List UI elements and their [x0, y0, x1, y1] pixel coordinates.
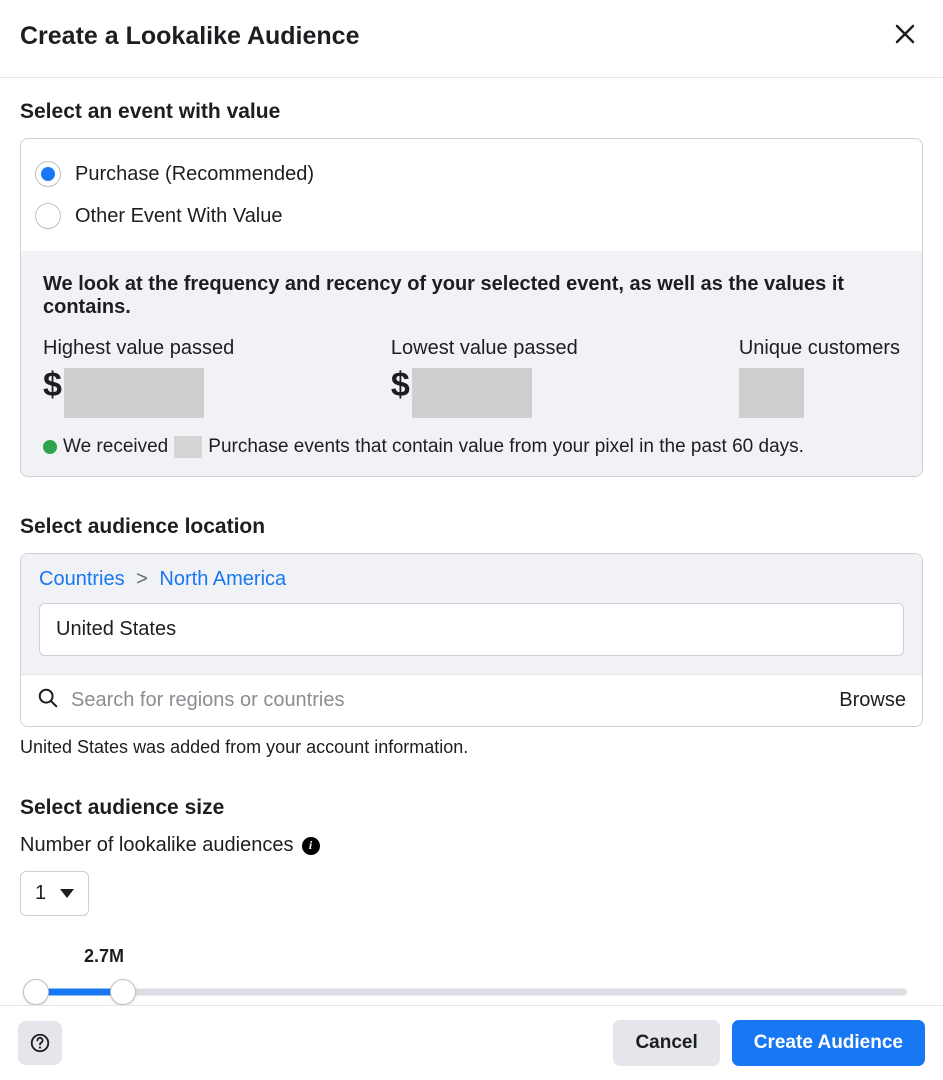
breadcrumb-countries-link[interactable]: Countries [39, 568, 125, 590]
event-option-purchase[interactable]: Purchase (Recommended) [35, 153, 908, 195]
currency-symbol: $ [391, 368, 410, 402]
slider-track[interactable] [36, 979, 907, 1005]
dialog-body: Select an event with value Purchase (Rec… [0, 78, 943, 1005]
browse-link[interactable]: Browse [839, 689, 906, 712]
status-dot-icon [43, 440, 57, 454]
event-radio-group: Purchase (Recommended) Other Event With … [21, 139, 922, 251]
breadcrumb-separator: > [136, 568, 148, 590]
stat-label: Unique customers [739, 337, 900, 360]
location-helper-text: United States was added from your accoun… [20, 737, 923, 758]
event-section-title: Select an event with value [20, 100, 923, 124]
event-line-suffix: Purchase events that contain value from … [208, 436, 804, 458]
size-sub-label: Number of lookalike audiences [20, 834, 294, 857]
audience-count-value: 1 [35, 882, 46, 905]
close-icon [893, 22, 917, 46]
location-search-row: Browse [21, 674, 922, 726]
event-info-panel: We look at the frequency and recency of … [21, 251, 922, 476]
close-button[interactable] [889, 18, 921, 55]
stat-highest: Highest value passed $ [43, 337, 381, 418]
size-slider: 2.7M 0% 1% 2% 3% 4% 5% 6% 7% 8% 9% 10% [20, 946, 923, 1005]
stat-lowest: Lowest value passed $ [391, 337, 729, 418]
event-stats-row: Highest value passed $ Lowest value pass… [43, 337, 900, 418]
radio-label: Purchase (Recommended) [75, 163, 314, 186]
search-icon [37, 687, 59, 714]
radio-icon [35, 203, 61, 229]
stat-label: Highest value passed [43, 337, 381, 360]
dialog-footer: Cancel Create Audience [0, 1005, 943, 1080]
redacted-count [174, 436, 202, 458]
slider-value-badge: 2.7M [84, 946, 919, 967]
event-info-lead: We look at the frequency and recency of … [43, 273, 900, 319]
info-icon[interactable]: i [302, 837, 320, 855]
create-audience-button[interactable]: Create Audience [732, 1020, 925, 1066]
help-button[interactable] [18, 1021, 62, 1065]
breadcrumb-region-link[interactable]: North America [159, 568, 286, 590]
size-section-title: Select audience size [20, 796, 923, 820]
event-summary-line: We received Purchase events that contain… [43, 436, 900, 458]
event-option-other[interactable]: Other Event With Value [35, 195, 908, 237]
chevron-down-icon [60, 889, 74, 898]
slider-track-bg [36, 989, 907, 996]
redacted-value [739, 368, 804, 418]
size-sub-row: Number of lookalike audiences i [20, 834, 923, 857]
radio-label: Other Event With Value [75, 205, 283, 228]
slider-handle-end[interactable] [110, 979, 136, 1005]
stat-label: Lowest value passed [391, 337, 729, 360]
radio-icon [35, 161, 61, 187]
selected-location-chip[interactable]: United States [39, 603, 904, 656]
location-search-input[interactable] [69, 688, 829, 713]
cancel-button[interactable]: Cancel [613, 1020, 719, 1066]
audience-count-select[interactable]: 1 [20, 871, 89, 916]
currency-symbol: $ [43, 368, 62, 402]
redacted-value [64, 368, 204, 418]
slider-handle-start[interactable] [23, 979, 49, 1005]
stat-unique: Unique customers [739, 337, 900, 418]
redacted-value [412, 368, 532, 418]
selected-location-text: United States [56, 618, 176, 640]
dialog-header: Create a Lookalike Audience [0, 0, 943, 77]
location-section-title: Select audience location [20, 515, 923, 539]
location-selected-area: Countries > North America United States [21, 554, 922, 674]
help-icon [29, 1032, 51, 1054]
event-card: Purchase (Recommended) Other Event With … [20, 138, 923, 477]
location-card: Countries > North America United States … [20, 553, 923, 727]
location-breadcrumb: Countries > North America [39, 568, 904, 591]
event-line-prefix: We received [63, 436, 168, 458]
dialog-title: Create a Lookalike Audience [20, 22, 359, 51]
